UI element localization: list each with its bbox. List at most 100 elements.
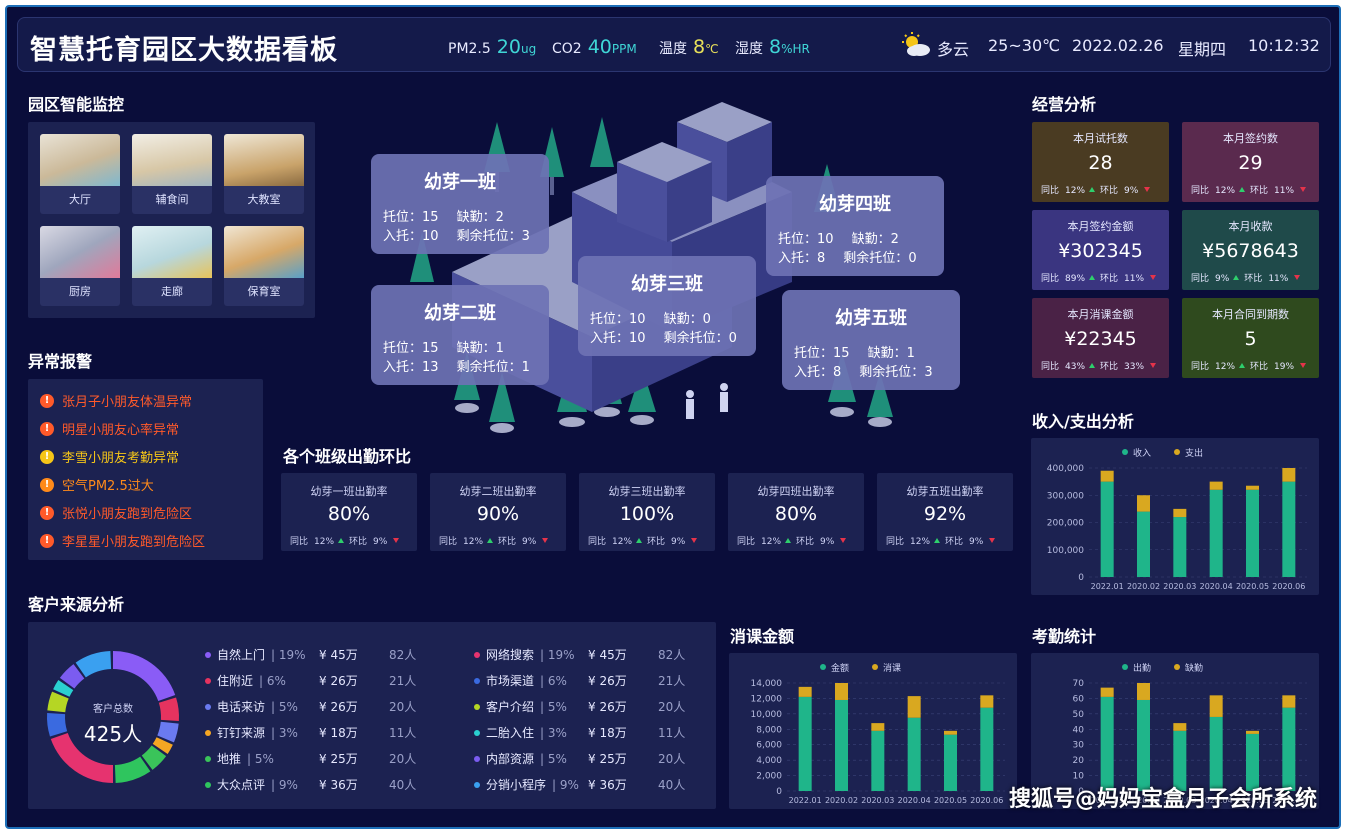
alarm-item[interactable]: ! 张月子小朋友体温异常	[40, 391, 192, 410]
pm25-readout: PM2.5 20ug	[448, 36, 537, 58]
partly-cloudy-icon	[902, 32, 930, 56]
alarm-item[interactable]: ! 空气PM2.5过大	[40, 475, 154, 494]
source-people: 82人	[658, 648, 686, 662]
x-tick-label: 2020.06	[970, 796, 1003, 805]
x-tick-label: 2020.04	[898, 796, 931, 805]
camera-nursery[interactable]: 保育室	[224, 226, 304, 306]
header-bar: 智慧托育园区大数据看板 PM2.5 20ug CO2 40PPM 温度 8℃ 湿度 8%…	[17, 17, 1331, 72]
class-card[interactable]: 幼芽二班 托位：15 缺勤：1 入托：13 剩余托位：1	[371, 285, 549, 385]
source-people: 20人	[658, 752, 686, 766]
attendance-card: 幼芽五班出勤率 92% 同比 12% 环比 9%	[877, 473, 1013, 551]
bar-segment	[1209, 716, 1223, 791]
y-tick-label: 50	[1073, 710, 1085, 720]
source-name: 网络搜索	[486, 648, 535, 662]
alarm-item[interactable]: ! 张悦小朋友跑到危险区	[40, 503, 192, 522]
bar-segment	[1137, 495, 1150, 512]
source-item: 地推 | 5% ¥ 25万 20人	[205, 750, 416, 767]
business-label: 本月签约数	[1223, 132, 1278, 145]
up-arrow-icon	[487, 538, 494, 543]
business-card: 本月收款 ¥5678643 同比 9% 环比 11%	[1182, 210, 1319, 290]
class-name: 幼芽三班	[631, 274, 703, 295]
source-item: 大众点评 | 9% ¥ 36万 40人	[205, 776, 416, 793]
attendance-label: 幼芽四班出勤率	[757, 485, 835, 498]
source-item: 内部资源 | 5% ¥ 25万 20人	[474, 750, 685, 767]
bar-segment	[1173, 723, 1187, 731]
attendance-value: 80%	[774, 503, 818, 525]
camera-label: 保育室	[247, 285, 281, 298]
class-capacity-line: 托位：10 缺勤：0	[590, 312, 711, 327]
business-compare: 同比 12% 环比 19%	[1191, 359, 1307, 372]
source-pct: | 5%	[271, 699, 298, 714]
alarm-text: 空气PM2.5过大	[62, 479, 154, 494]
source-people: 21人	[658, 674, 686, 688]
source-item: 电话来访 | 5% ¥ 26万 20人	[205, 698, 416, 715]
source-people: 20人	[389, 700, 417, 714]
camera-lobby[interactable]: 大厅	[40, 134, 120, 214]
legend-label: 缺勤	[1185, 662, 1203, 674]
alarm-item[interactable]: ! 李星星小朋友跑到危险区	[40, 531, 205, 550]
camera-corridor[interactable]: 走廊	[132, 226, 212, 306]
camera-classroom[interactable]: 大教室	[224, 134, 304, 214]
business-compare: 同比 12% 环比 11%	[1191, 183, 1307, 196]
business-title: 经营分析	[1032, 95, 1097, 114]
class-card[interactable]: 幼芽四班 托位：10 缺勤：2 入托：8 剩余托位：0	[766, 176, 944, 276]
class-enrolled-line: 入托：13 剩余托位：1	[383, 360, 530, 375]
y-tick-label: 30	[1073, 741, 1085, 751]
business-value: 5	[1244, 328, 1257, 350]
source-item: 网络搜索 | 19% ¥ 45万 82人	[474, 646, 685, 663]
legend-dot	[474, 677, 480, 684]
alarm-item[interactable]: ! 明星小朋友心率异常	[40, 419, 179, 438]
source-pct: | 9%	[552, 777, 579, 792]
camera-kitchen[interactable]: 厨房	[40, 226, 120, 306]
income-expense-panel: 收入 支出 400,000 300,000 200,000 100,000 0 2022.01…	[1031, 438, 1319, 595]
camera-thumbnail	[224, 134, 304, 186]
bar-segment	[1282, 707, 1296, 791]
y-tick-label: 0	[776, 787, 782, 797]
class-capacity-line: 托位：15 缺勤：1	[794, 346, 915, 361]
legend-dot	[872, 664, 878, 670]
weekday-text: 星期四	[1178, 40, 1227, 59]
camera-thumbnail	[224, 226, 304, 278]
class-card[interactable]: 幼芽五班 托位：15 缺勤：1 入托：8 剩余托位：3	[782, 290, 960, 390]
bar-segment	[798, 696, 812, 791]
people-figures	[686, 383, 728, 419]
business-compare: 同比 89% 环比 11%	[1041, 271, 1157, 284]
class-card[interactable]: 幼芽一班 托位：15 缺勤：2 入托：10 剩余托位：3	[371, 154, 549, 254]
source-people: 20人	[389, 752, 417, 766]
income-expense-chart: 收入 支出 400,000 300,000 200,000 100,000 0 2022.01…	[1047, 447, 1307, 591]
source-pct: | 9%	[271, 777, 298, 792]
up-arrow-icon	[338, 538, 345, 543]
camera-feeding-room[interactable]: 辅食间	[132, 134, 212, 214]
class-name: 幼芽五班	[835, 308, 907, 329]
up-arrow-icon	[1089, 275, 1096, 280]
class-enrolled-line: 入托：10 剩余托位：0	[590, 331, 737, 346]
consumption-chart: 金额 消课 14,000 12,000 10,000 8,000 6,000 4,000 2,0…	[751, 662, 1005, 805]
class-card[interactable]: 幼芽三班托位：10 缺勤：0 入托：10 剩余托位：0	[578, 256, 756, 356]
source-amount: ¥ 18万	[588, 726, 627, 740]
source-item: 分销小程序 | 9% ¥ 36万 40人	[474, 776, 685, 793]
source-people: 40人	[389, 778, 417, 792]
attendance-stats-title: 考勤统计	[1032, 627, 1097, 646]
source-item: 客户介绍 | 5% ¥ 26万 20人	[474, 698, 685, 715]
business-compare: 同比 9% 环比 11%	[1191, 271, 1301, 284]
attendance-compare: 同比 12% 环比 9%	[290, 534, 400, 547]
source-amount: ¥ 18万	[319, 726, 358, 740]
sources-title: 客户来源分析	[28, 595, 125, 614]
x-tick-label: 2020.06	[1272, 582, 1305, 591]
source-name: 市场渠道	[486, 674, 535, 688]
attendance-compare: 同比 12% 环比 9%	[439, 534, 549, 547]
bar-segment	[871, 723, 885, 731]
source-amount: ¥ 26万	[588, 700, 627, 714]
class-name: 幼芽二班	[424, 303, 496, 324]
date-text: 2022.02.26	[1072, 36, 1164, 55]
source-item: 自然上门 | 19% ¥ 45万 82人	[205, 646, 416, 663]
x-tick-label: 2020.02	[1127, 582, 1160, 591]
source-amount: ¥ 25万	[319, 752, 358, 766]
business-value: 29	[1238, 152, 1263, 174]
alarm-item[interactable]: ! 李雪小朋友考勤异常	[40, 447, 179, 466]
sources-panel: 客户总数 425人 自然上门 | 19% ¥ 45万 82人 住附近 | 6% ¥ 26万 2…	[28, 622, 716, 809]
bar-segment	[1246, 489, 1259, 577]
down-arrow-icon	[691, 538, 698, 543]
attendance-compare: 同比 12% 环比 9%	[886, 534, 996, 547]
legend-dot	[205, 755, 211, 762]
